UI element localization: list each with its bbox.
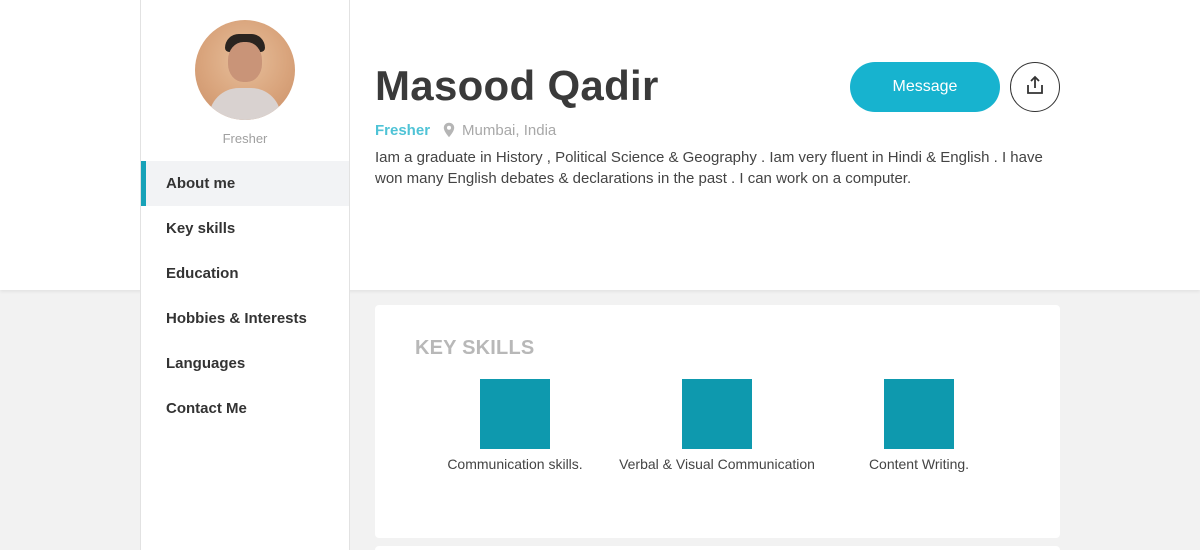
location-pin-icon — [443, 122, 455, 138]
sidebar-item-hobbies-interests[interactable]: Hobbies & Interests — [141, 296, 349, 341]
skill-icon — [884, 379, 954, 449]
sidebar-nav: About me Key skills Education Hobbies & … — [141, 161, 349, 431]
sidebar-item-education[interactable]: Education — [141, 251, 349, 296]
skill-item: Verbal & Visual Communication — [617, 379, 817, 473]
skills-list: Communication skills. Verbal & Visual Co… — [415, 379, 1020, 509]
skill-item: Content Writing. — [819, 379, 1019, 473]
profile-name: Masood Qadir — [375, 62, 659, 109]
key-skills-card: KEY SKILLS Communication skills. Verbal … — [375, 305, 1060, 538]
skill-icon — [682, 379, 752, 449]
status-badge: Fresher — [375, 121, 431, 139]
skill-item: Communication skills. — [415, 379, 615, 473]
sidebar-item-about-me[interactable]: About me — [141, 161, 349, 206]
message-button[interactable]: Message — [850, 62, 1000, 112]
role-label: Fresher — [222, 131, 268, 146]
skill-icon — [480, 379, 550, 449]
skill-label: Verbal & Visual Communication — [619, 456, 815, 472]
skill-label: Communication skills. — [447, 456, 583, 472]
share-upload-icon — [1024, 74, 1046, 101]
skill-label: Content Writing. — [868, 456, 970, 472]
sidebar-item-contact-me[interactable]: Contact Me — [141, 386, 349, 431]
next-section-card — [375, 546, 1060, 550]
share-button[interactable] — [1010, 62, 1060, 112]
profile-meta: Fresher Mumbai, India — [375, 120, 556, 140]
profile-bio: Iam a graduate in History , Political Sc… — [375, 149, 1043, 187]
key-skills-title: KEY SKILLS — [415, 337, 535, 359]
sidebar-item-key-skills[interactable]: Key skills — [141, 206, 349, 251]
profile-sidebar: Fresher About me Key skills Education Ho… — [140, 0, 350, 550]
location-text: Mumbai, India — [462, 121, 557, 139]
avatar — [195, 20, 295, 120]
sidebar-item-languages[interactable]: Languages — [141, 341, 349, 386]
